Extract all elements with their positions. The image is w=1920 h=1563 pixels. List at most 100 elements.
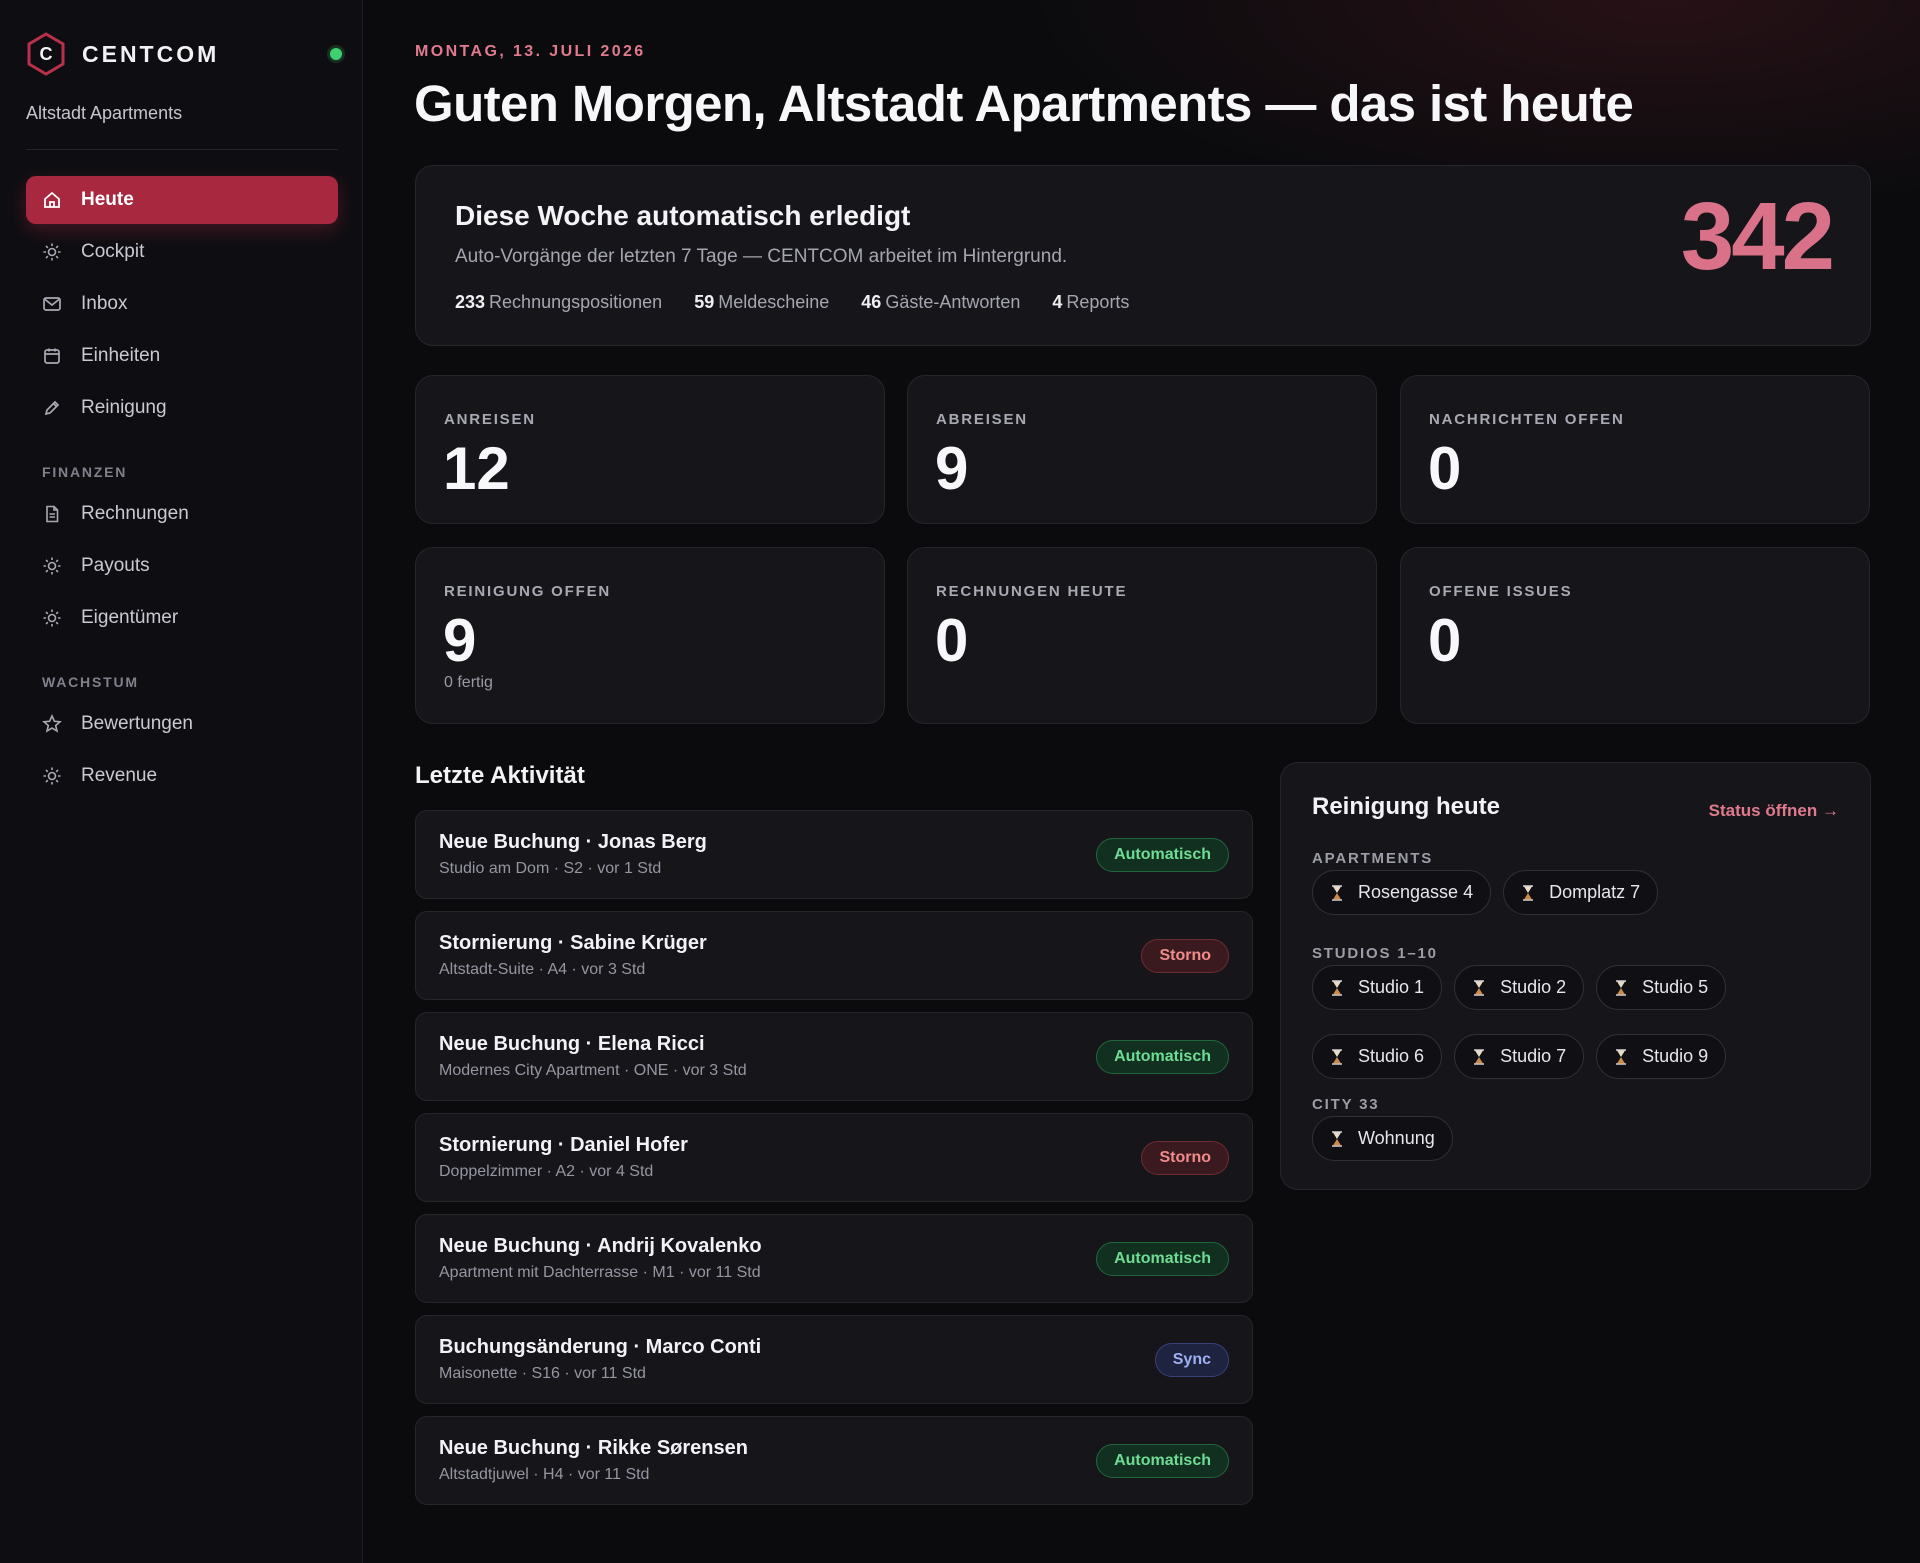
sidebar-item-label: Reinigung — [81, 397, 167, 418]
sun-icon — [42, 242, 62, 262]
automation-title: Diese Woche automatisch erledigt — [455, 200, 911, 231]
unit-chip[interactable]: Studio 7 — [1454, 1034, 1585, 1079]
kpi-label: REINIGUNG OFFEN — [444, 583, 612, 600]
hourglass-icon — [1616, 1048, 1627, 1065]
unit-chip-label: Studio 9 — [1642, 1046, 1709, 1066]
status-badge: Sync — [1154, 1343, 1229, 1377]
sidebar-item-label: Einheiten — [81, 345, 161, 366]
hourglass-icon — [1474, 979, 1485, 996]
sun-icon — [42, 556, 62, 576]
unit-chip-label: Wohnung — [1358, 1128, 1435, 1148]
activity-row[interactable]: Stornierung · Daniel Hofer Doppelzimmer … — [415, 1113, 1253, 1202]
page-title: Guten Morgen, Altstadt Apartments — das … — [414, 75, 1634, 132]
sidebar-item-label: Eigentümer — [81, 607, 179, 628]
sidebar-item-label: Rechnungen — [81, 503, 189, 524]
unit-chip[interactable]: Studio 9 — [1596, 1034, 1727, 1079]
open-status-link[interactable]: Status öffnen → — [1709, 801, 1839, 821]
kpi-card-reinigung-offen[interactable]: REINIGUNG OFFEN 9 0 fertig — [415, 547, 885, 724]
unit-chip-label: Studio 6 — [1358, 1046, 1425, 1066]
unit-chip-list: Rosengasse 4 Domplatz 7 — [1312, 870, 1852, 915]
sun-icon — [42, 608, 62, 628]
cleaning-title: Reinigung heute — [1312, 793, 1500, 820]
kpi-value: 9 — [443, 607, 477, 674]
org-name: Altstadt Apartments — [26, 103, 183, 123]
automation-stat: 4 Reports — [1052, 292, 1129, 313]
activity-row-title: Neue Buchung · Rikke Sørensen — [439, 1437, 748, 1459]
status-badge: Storno — [1141, 1141, 1229, 1175]
sidebar-item-heute[interactable]: Heute — [26, 176, 338, 224]
kpi-value: 12 — [443, 435, 510, 502]
status-badge: Storno — [1141, 939, 1229, 973]
hourglass-icon — [1616, 979, 1627, 996]
activity-row[interactable]: Neue Buchung · Jonas Berg Studio am Dom … — [415, 810, 1253, 899]
nav-section-wachstum: WACHSTUM — [42, 674, 139, 690]
hourglass-icon — [1332, 884, 1342, 901]
stat-label: Rechnungspositionen — [489, 292, 663, 312]
kpi-label: NACHRICHTEN OFFEN — [1429, 411, 1625, 428]
kpi-value: 0 — [1428, 607, 1462, 674]
activity-row-details: Apartment mit Dachterrasse · M1 · vor 11… — [439, 1264, 761, 1281]
sidebar-item-eigentuemer[interactable]: Eigentümer — [26, 594, 338, 642]
sidebar-item-bewertungen[interactable]: Bewertungen — [26, 700, 338, 748]
unit-chip[interactable]: Studio 2 — [1454, 965, 1585, 1010]
unit-chip-label: Rosengasse 4 — [1358, 882, 1474, 902]
unit-chip[interactable]: Studio 6 — [1312, 1034, 1443, 1079]
kpi-card-anreisen[interactable]: ANREISEN 12 — [415, 375, 885, 524]
unit-chip[interactable]: Wohnung — [1312, 1116, 1453, 1161]
activity-row[interactable]: Neue Buchung · Elena Ricci Modernes City… — [415, 1012, 1253, 1101]
kpi-card-offene-issues[interactable]: OFFENE ISSUES 0 — [1400, 547, 1870, 724]
sidebar: C CENTCOM Altstadt Apartments Heute Cock… — [0, 0, 363, 1563]
sidebar-item-einheiten[interactable]: Einheiten — [26, 332, 338, 380]
sidebar-item-inbox[interactable]: Inbox — [26, 280, 338, 328]
unit-chip[interactable]: Studio 1 — [1312, 965, 1443, 1010]
automation-total: 342 — [1680, 183, 1835, 290]
sidebar-divider — [26, 149, 338, 150]
kpi-label: ANREISEN — [444, 411, 536, 428]
main-content: MONTAG, 13. JULI 2026 Guten Morgen, Alts… — [364, 0, 1920, 1563]
kpi-card-abreisen[interactable]: ABREISEN 9 — [907, 375, 1377, 524]
sidebar-item-rechnungen[interactable]: Rechnungen — [26, 490, 338, 538]
sidebar-item-cockpit[interactable]: Cockpit — [26, 228, 338, 276]
unit-chip[interactable]: Rosengasse 4 — [1312, 870, 1492, 915]
star-icon — [42, 714, 62, 734]
activity-row-details: Altstadt-Suite · A4 · vor 3 Std — [439, 961, 646, 978]
sidebar-item-label: Bewertungen — [81, 713, 193, 734]
kpi-label: RECHNUNGEN HEUTE — [936, 583, 1128, 600]
unit-chip[interactable]: Domplatz 7 — [1503, 870, 1659, 915]
unit-chip-list: Wohnung — [1312, 1116, 1852, 1161]
activity-row[interactable]: Buchungsänderung · Marco Conti Maisonett… — [415, 1315, 1253, 1404]
kpi-note: 0 fertig — [444, 674, 493, 691]
sidebar-item-reinigung[interactable]: Reinigung — [26, 384, 338, 432]
activity-row-title: Neue Buchung · Jonas Berg — [439, 831, 707, 853]
unit-chip[interactable]: Studio 5 — [1596, 965, 1727, 1010]
activity-title: Letzte Aktivität — [415, 762, 585, 789]
activity-row-title: Stornierung · Sabine Krüger — [439, 932, 707, 954]
activity-row[interactable]: Neue Buchung · Rikke Sørensen Altstadtju… — [415, 1416, 1253, 1505]
kpi-card-nachrichten-offen[interactable]: NACHRICHTEN OFFEN 0 — [1400, 375, 1870, 524]
unit-group-label: STUDIOS 1–10 — [1312, 945, 1438, 962]
sidebar-item-payouts[interactable]: Payouts — [26, 542, 338, 590]
cleaning-today-card: Reinigung heute Status öffnen → APARTMEN… — [1280, 762, 1871, 1190]
brand[interactable]: C CENTCOM — [26, 32, 342, 76]
unit-chip-label: Domplatz 7 — [1549, 882, 1641, 902]
status-badge: Automatisch — [1096, 838, 1229, 872]
stat-value: 59 — [694, 292, 715, 312]
kpi-card-rechnungen-heute[interactable]: RECHNUNGEN HEUTE 0 — [907, 547, 1377, 724]
online-status-dot — [330, 48, 342, 60]
kpi-value: 0 — [935, 607, 969, 674]
activity-row[interactable]: Stornierung · Sabine Krüger Altstadt-Sui… — [415, 911, 1253, 1000]
status-badge: Automatisch — [1096, 1242, 1229, 1276]
document-icon — [42, 504, 62, 524]
pencil-icon — [42, 398, 62, 418]
activity-row[interactable]: Neue Buchung · Andrij Kovalenko Apartmen… — [415, 1214, 1253, 1303]
unit-group-label: APARTMENTS — [1312, 850, 1434, 867]
hourglass-icon — [1332, 1130, 1342, 1147]
logo-letter: C — [40, 44, 53, 64]
unit-chip-label: Studio 5 — [1642, 977, 1709, 997]
automation-subtitle: Auto-Vorgänge der letzten 7 Tage — CENTC… — [455, 246, 1068, 267]
sidebar-item-revenue[interactable]: Revenue — [26, 752, 338, 800]
nav-section-finanzen: FINANZEN — [42, 464, 128, 480]
stat-value: 4 — [1052, 292, 1063, 312]
automation-stat: 46 Gäste-Antworten — [861, 292, 1020, 313]
activity-row-details: Maisonette · S16 · vor 11 Std — [439, 1365, 646, 1382]
